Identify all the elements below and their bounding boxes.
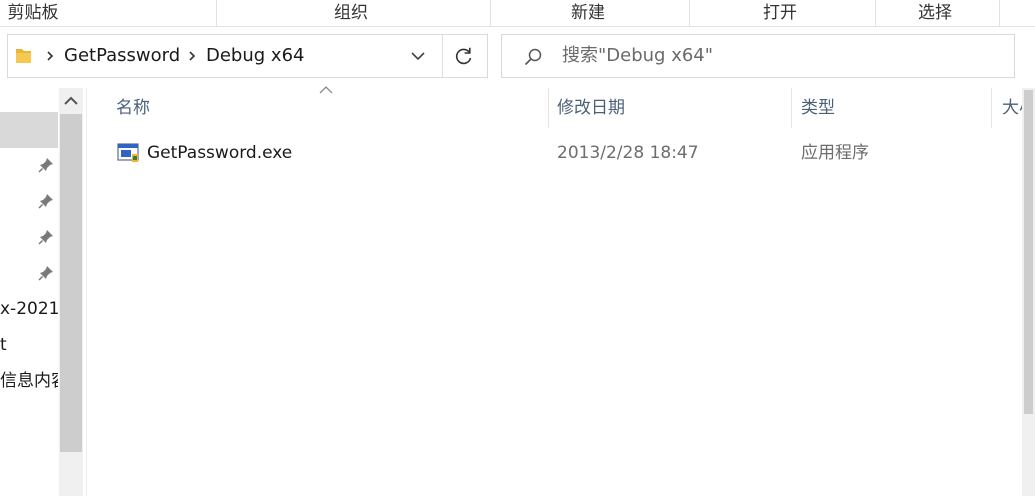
sort-ascending-icon [319,86,333,94]
application-exe-icon [117,143,139,162]
scroll-up-icon[interactable] [59,88,83,114]
nav-item[interactable]: t [0,330,58,360]
ribbon-separator [875,0,876,26]
ribbon: 剪贴板 组织 新建 打开 选择 [0,0,1035,27]
pane-divider [86,88,87,496]
file-list-scrollbar-thumb[interactable] [1024,90,1033,414]
chevron-right-icon[interactable] [46,50,54,62]
nav-item[interactable]: x-2021 [0,294,58,324]
breadcrumb-debug-x64[interactable]: Debug x64 [206,35,304,77]
breadcrumb-getpassword[interactable]: GetPassword [64,35,180,77]
pin-icon[interactable] [38,265,54,281]
ribbon-separator [999,0,1000,26]
ribbon-separator [490,0,491,26]
pin-icon[interactable] [38,229,54,245]
ribbon-group-select[interactable]: 选择 [900,0,970,26]
file-type: 应用程序 [801,143,869,163]
folder-icon [16,49,31,63]
pin-icon[interactable] [38,157,54,173]
refresh-icon[interactable] [454,46,474,66]
address-bar[interactable]: GetPassword Debug x64 [7,34,488,78]
file-name[interactable]: GetPassword.exe [147,139,292,167]
ribbon-group-open[interactable]: 打开 [745,0,815,26]
chevron-right-icon[interactable] [188,50,196,62]
nav-scrollbar-thumb[interactable] [60,114,82,452]
nav-item[interactable]: 信息内容 [0,366,58,396]
column-separator[interactable] [991,88,992,128]
nav-item-selected[interactable] [0,112,58,148]
divider [442,35,443,77]
column-separator[interactable] [791,88,792,128]
chevron-down-icon[interactable] [410,49,426,63]
ribbon-group-new[interactable]: 新建 [553,0,623,26]
ribbon-group-organize[interactable]: 组织 [316,0,386,26]
column-separator[interactable] [548,88,549,128]
column-header-name[interactable]: 名称 [116,92,150,124]
search-box[interactable]: 搜索"Debug x64" [501,34,1015,78]
search-input[interactable]: 搜索"Debug x64" [562,35,713,77]
search-icon [524,48,542,66]
column-header-size[interactable]: 大小 [1002,92,1022,124]
column-header-type[interactable]: 类型 [801,92,835,124]
pin-icon[interactable] [38,193,54,209]
ribbon-separator [689,0,690,26]
file-date-modified: 2013/2/28 18:47 [557,143,699,163]
ribbon-separator [216,0,217,26]
ribbon-group-clipboard[interactable]: 剪贴板 [0,0,66,26]
column-header-date-modified[interactable]: 修改日期 [557,92,625,124]
file-explorer-window: 剪贴板 组织 新建 打开 选择 GetPassword Debug x64 搜索… [0,0,1035,496]
